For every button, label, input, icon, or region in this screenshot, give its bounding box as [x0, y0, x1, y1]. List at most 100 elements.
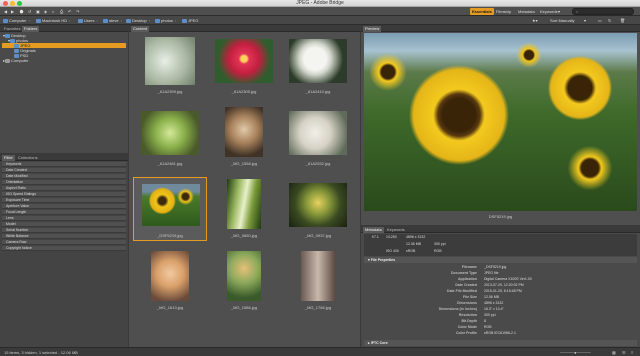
preview-caption: DSF5219.jpg [488, 214, 513, 219]
filter-aspect-ratio[interactable]: Aspect Ratio [2, 186, 126, 191]
workspace-menu-chevron-icon[interactable]: ▾ [556, 8, 562, 15]
thumbnail-image [289, 111, 347, 155]
sunflower-bottom-right [564, 143, 616, 193]
placard-colormode: RGB [434, 249, 442, 253]
thumbnail-image [225, 107, 263, 157]
computer-icon [5, 58, 11, 63]
recent-folder-icon[interactable]: ⌚ [17, 8, 26, 15]
folder-icon [182, 18, 187, 23]
filter-aperture-value[interactable]: Aperture Value [2, 204, 126, 209]
tab-favorites[interactable]: Favorites [2, 26, 22, 32]
thumbnail-image [227, 251, 261, 301]
search-input[interactable]: ⌕ [572, 8, 634, 15]
thumbnail-filename: _61A2481.jpg [157, 161, 183, 166]
list-view-icon[interactable]: ☰ [622, 348, 626, 356]
breadcrumb-computer[interactable]: Computer › [3, 17, 30, 24]
breadcrumb-steve[interactable]: steve › [103, 17, 122, 24]
folders-panel-header: Favorites Folders [0, 25, 128, 32]
filter-serial-number[interactable]: Serial Number [2, 228, 126, 233]
filter-model[interactable]: Model [2, 222, 126, 227]
output-icon[interactable]: ⎙ [58, 8, 65, 15]
tab-content[interactable]: Content [131, 26, 150, 32]
thumbnail-image [142, 184, 200, 226]
tab-metadata[interactable]: Metadata [363, 227, 384, 233]
preview-panel: Preview DSF5219.jpg [361, 25, 640, 225]
placard-aperture: f/7.1 [372, 235, 379, 239]
filter-iso-speed[interactable]: ISO Speed Ratings [2, 192, 126, 197]
breadcrumb-macintosh-hd[interactable]: Macintosh HD › [36, 17, 70, 24]
content-panel: Content _61A2399.jpg _61A2305.jpg _61A24… [129, 25, 360, 347]
rotate-left-icon[interactable]: ↶ [66, 8, 73, 15]
placard-dimensions: 4896 x 3132 [406, 235, 426, 239]
refine-icon[interactable]: ◈ [42, 8, 49, 15]
tab-filter[interactable]: Filter [2, 155, 15, 161]
open-in-camera-raw-icon[interactable]: ◐ [50, 8, 56, 15]
breadcrumb-jpeg[interactable]: JPEG [182, 17, 198, 24]
thumbnail-image [289, 183, 347, 227]
filter-copyright-notice[interactable]: Copyright Notice [2, 246, 126, 251]
iptc-core-header[interactable]: ▸ IPTC Core [364, 340, 637, 346]
thumbnail[interactable]: _61A2305.jpg [207, 33, 281, 97]
thumbnail[interactable]: _MG_1766.jpg [281, 249, 355, 313]
filter-date-created[interactable]: Date Created [2, 168, 126, 173]
rotate-right-icon[interactable]: ↷ [74, 8, 81, 15]
thumbnail-size-slider[interactable]: ─────●───── [560, 348, 591, 356]
thumbnail-filename: _MG_1766.jpg [304, 305, 332, 310]
folder-icon [78, 18, 83, 23]
folder-computer[interactable]: ▸ Computer [3, 58, 29, 63]
thumbnail-selected[interactable]: _DSF5219.jpg [133, 177, 207, 241]
thumbnail-image [227, 179, 261, 229]
thumbnail-filename: _MG_0850.jpg [230, 233, 258, 238]
tab-preview[interactable]: Preview [363, 26, 382, 32]
filter-white-balance[interactable]: White Balance [2, 234, 126, 239]
thumbnail[interactable]: _61A2481.jpg [133, 105, 207, 169]
tab-folders[interactable]: Folders [22, 26, 40, 32]
breadcrumb-photos[interactable]: photos › [155, 17, 176, 24]
filter-exposure-time[interactable]: Exposure Time [2, 198, 126, 203]
thumbnail[interactable]: _MG_1558.jpg [207, 105, 281, 169]
delete-icon[interactable]: 🗑 [618, 17, 627, 24]
filter-orientation[interactable]: Orientation [2, 180, 126, 185]
thumbnail-filename: _61A2532.jpg [305, 161, 331, 166]
filter-lens[interactable]: Lens [2, 216, 126, 221]
thumbnail[interactable]: _MG_0850.jpg [207, 177, 281, 241]
chevron-right-icon: › [28, 18, 30, 23]
drive-icon [36, 18, 41, 23]
new-folder-icon[interactable]: ▭ [596, 17, 604, 24]
file-properties-header[interactable]: ▾ File Properties [364, 257, 637, 263]
tab-collections[interactable]: Collections [16, 155, 40, 161]
filter-focal-length[interactable]: Focal Length [2, 210, 126, 215]
filter-panel-header: Filter Collections [0, 154, 128, 161]
filter-date-modified[interactable]: Date Modified [2, 174, 126, 179]
sort-chevron-icon[interactable]: ▾ [582, 17, 588, 24]
details-view-icon[interactable]: ≡ [631, 348, 633, 356]
filter-keywords[interactable]: Keywords [2, 162, 126, 167]
breadcrumb-desktop[interactable]: Desktop › [126, 17, 150, 24]
forward-arrow-icon[interactable]: ▶ [9, 8, 16, 15]
thumbnail[interactable]: _61A2399.jpg [133, 33, 207, 97]
preview-image[interactable] [364, 33, 637, 211]
workspace-essentials[interactable]: Essentials [470, 8, 494, 15]
filter-camera-raw[interactable]: Camera Raw [2, 240, 126, 245]
thumbnail[interactable]: _61A2532.jpg [281, 105, 355, 169]
sort-dropdown[interactable]: Sort Manually [548, 17, 576, 24]
placard-resolution: 300 ppi [434, 242, 446, 246]
boomerang-icon[interactable]: ↺ [26, 8, 33, 15]
thumbnail[interactable]: _61A2410.jpg [281, 33, 355, 97]
grid-view-icon[interactable]: ▦ [612, 348, 616, 356]
thumbnail-image [289, 39, 347, 83]
camera-download-icon[interactable]: ▣ [34, 8, 42, 15]
chevron-right-icon: › [69, 18, 71, 23]
breadcrumb-users[interactable]: Users › [78, 17, 98, 24]
star-filter-icon[interactable]: ★▾ [530, 17, 540, 24]
tab-keywords[interactable]: Keywords [385, 227, 407, 233]
title-bar: JPEG - Adobe Bridge [0, 0, 640, 7]
thumbnail[interactable]: _MG_1613.jpg [133, 249, 207, 313]
thumbnail[interactable]: _MG_0937.jpg [281, 177, 355, 241]
workspace-metadata[interactable]: Metadata [516, 8, 537, 15]
workspace-filmstrip[interactable]: Filmstrip [494, 8, 513, 15]
folder-icon [155, 18, 160, 23]
thumbnail[interactable]: _MG_1586.jpg [207, 249, 281, 313]
rotate-icon[interactable]: ↻ [606, 17, 613, 24]
thumbnail-image [301, 251, 335, 301]
